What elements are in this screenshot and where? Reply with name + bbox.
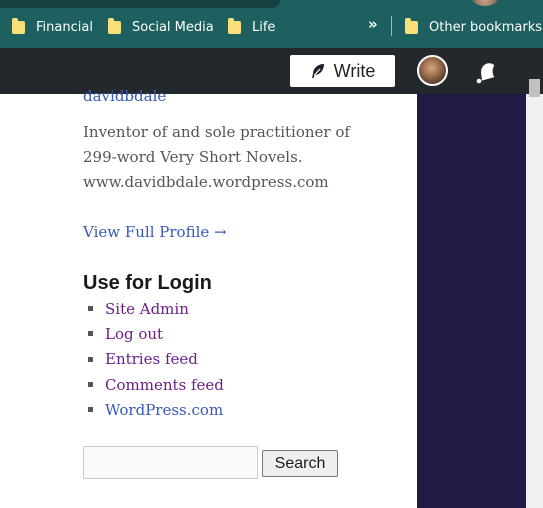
meta-widget-title: Use for Login — [83, 272, 212, 294]
author-name-link[interactable]: davidbdale — [83, 87, 166, 105]
write-button[interactable]: Write — [290, 55, 395, 87]
folder-icon — [405, 17, 418, 34]
write-label: Write — [333, 60, 376, 81]
list-item: Comments feed — [88, 372, 224, 397]
user-avatar[interactable] — [417, 55, 448, 86]
bookmark-social-media[interactable]: Social Media — [108, 16, 214, 38]
wordpress-com-link[interactable]: WordPress.com — [105, 401, 223, 419]
author-bio-line: 299-word Very Short Novels. — [83, 148, 303, 166]
meta-links-list: Site Admin Log out Entries feed Comments… — [88, 296, 224, 422]
bookmark-label: Social Media — [132, 19, 214, 35]
profile-avatar-icon[interactable] — [472, 0, 498, 6]
comments-feed-link[interactable]: Comments feed — [105, 376, 224, 394]
bookmark-financial[interactable]: Financial — [12, 16, 93, 38]
bookmarks-divider — [391, 16, 392, 36]
dark-sidebar-panel — [417, 94, 526, 508]
bookmark-label: Life — [252, 19, 276, 35]
list-item: Entries feed — [88, 347, 224, 372]
site-admin-link[interactable]: Site Admin — [105, 300, 189, 318]
list-item: WordPress.com — [88, 397, 224, 422]
bullet-icon — [88, 331, 93, 337]
tab-strip — [0, 0, 280, 8]
bullet-icon — [88, 382, 93, 388]
author-bio-line: Inventor of and sole practitioner of — [83, 123, 350, 141]
bookmark-label: Other bookmarks — [429, 19, 543, 35]
folder-icon — [228, 17, 241, 34]
bullet-icon — [88, 356, 93, 362]
bullet-icon — [88, 306, 93, 312]
folder-icon — [108, 17, 121, 34]
bookmarks-overflow-button[interactable]: » — [368, 15, 378, 33]
scrollbar-thumb[interactable] — [529, 79, 540, 97]
bookmark-life[interactable]: Life — [228, 16, 275, 38]
main-content: davidbdale Inventor of and sole practiti… — [0, 87, 417, 508]
feather-icon — [311, 64, 324, 78]
entries-feed-link[interactable]: Entries feed — [105, 350, 198, 368]
list-item: Site Admin — [88, 296, 224, 321]
vertical-scrollbar[interactable] — [526, 79, 543, 508]
admin-bar: Write — [0, 48, 543, 94]
folder-icon — [12, 17, 25, 34]
search-input[interactable] — [83, 446, 258, 479]
bookmark-label: Financial — [36, 19, 93, 35]
bookmarks-bar: Financial Social Media Life » Other book… — [0, 0, 543, 48]
log-out-link[interactable]: Log out — [105, 325, 163, 343]
search-button[interactable]: Search — [262, 450, 338, 477]
author-bio-line: www.davidbdale.wordpress.com — [83, 173, 329, 191]
list-item: Log out — [88, 321, 224, 346]
bookmark-other[interactable]: Other bookmarks — [405, 16, 542, 38]
view-full-profile-link[interactable]: View Full Profile → — [83, 223, 227, 241]
notifications-bell-icon[interactable] — [470, 57, 500, 87]
bullet-icon — [88, 407, 93, 413]
